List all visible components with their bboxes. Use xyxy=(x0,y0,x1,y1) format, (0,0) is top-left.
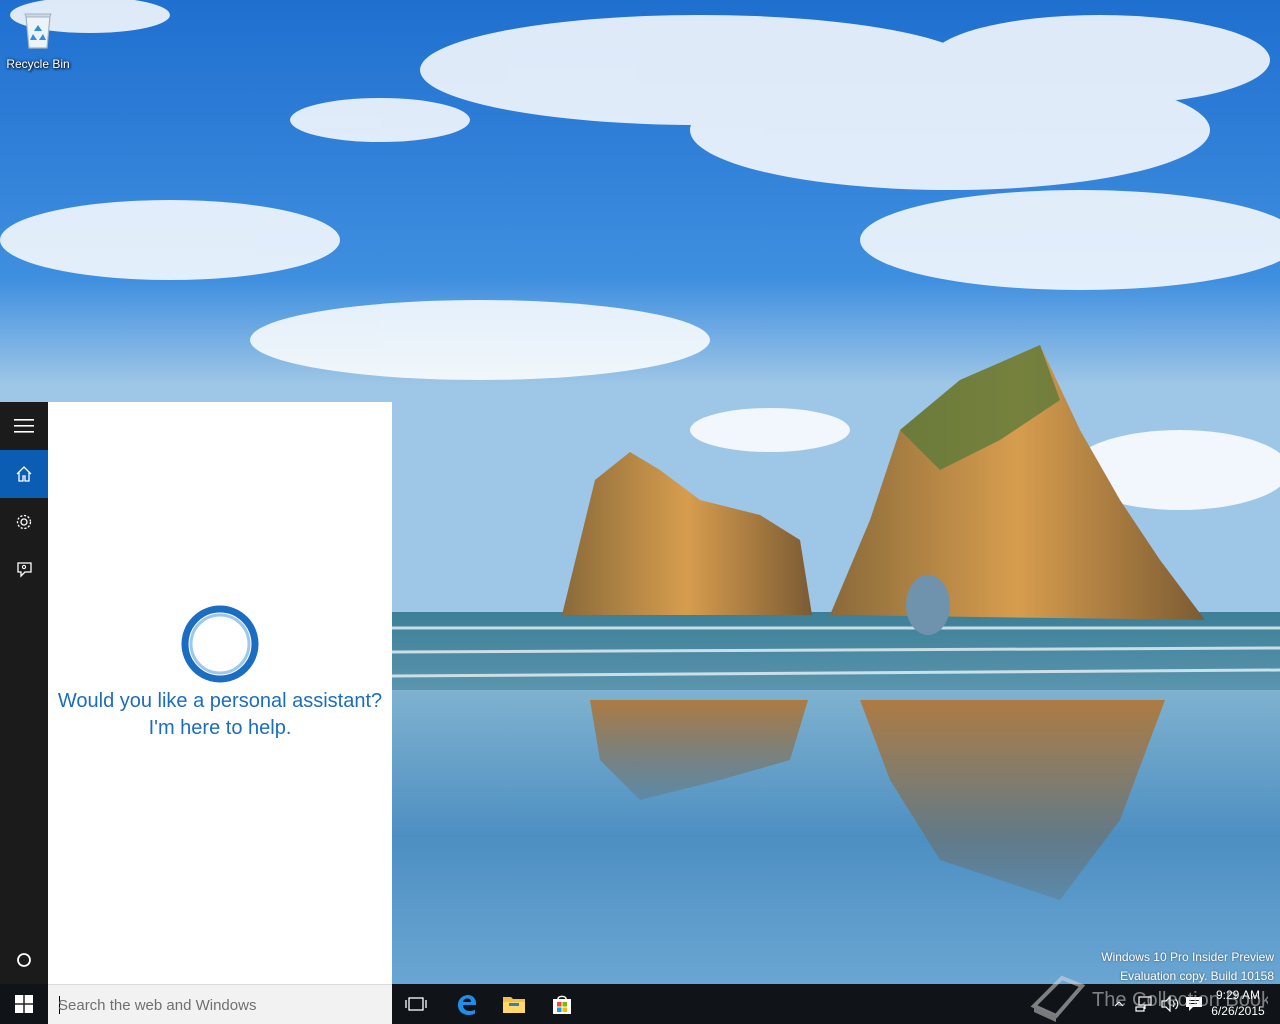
taskbar: 9:29 AM 6/26/2015 xyxy=(0,984,1280,1024)
network-button[interactable] xyxy=(1132,984,1156,1024)
feedback-button[interactable] xyxy=(0,546,48,594)
start-button[interactable] xyxy=(0,984,48,1024)
show-hidden-icons-button[interactable] xyxy=(1108,984,1130,1024)
hamburger-icon xyxy=(14,419,34,433)
cortana-button[interactable] xyxy=(0,936,48,984)
cortana-nav-rail xyxy=(0,402,48,984)
cortana-logo-icon xyxy=(181,605,259,683)
search-input[interactable] xyxy=(58,993,378,1017)
notification-icon xyxy=(1186,997,1202,1011)
home-button[interactable] xyxy=(0,450,48,498)
file-explorer-button[interactable] xyxy=(490,984,538,1024)
recycle-bin-icon xyxy=(4,8,72,55)
clock-date: 6/26/2015 xyxy=(1211,1004,1265,1018)
speaker-icon xyxy=(1161,996,1179,1012)
feedback-icon xyxy=(17,562,32,578)
desktop-icon-label: Recycle Bin xyxy=(6,57,70,71)
store-icon xyxy=(553,995,571,1014)
clock-time: 9:29 AM xyxy=(1215,988,1261,1002)
volume-button[interactable] xyxy=(1158,984,1182,1024)
edge-button[interactable] xyxy=(442,984,490,1024)
home-icon xyxy=(16,466,32,482)
task-view-button[interactable] xyxy=(392,984,440,1024)
action-center-button[interactable] xyxy=(1182,984,1206,1024)
store-button[interactable] xyxy=(538,984,586,1024)
taskbar-clock[interactable]: 9:29 AM 6/26/2015 xyxy=(1206,987,1270,1021)
desktop-icon-recycle-bin[interactable]: Recycle Bin xyxy=(4,8,72,78)
network-icon xyxy=(1135,996,1152,1012)
windows-logo-icon xyxy=(15,995,33,1013)
edge-icon xyxy=(458,995,476,1015)
folder-icon xyxy=(503,997,525,1013)
hamburger-menu-button[interactable] xyxy=(0,402,48,450)
cortana-prompt-text: Would you like a personal assistant? I'm… xyxy=(57,690,383,739)
circle-icon xyxy=(17,953,31,967)
chevron-up-icon xyxy=(1114,1001,1124,1007)
settings-button[interactable] xyxy=(0,498,48,546)
search-box[interactable] xyxy=(48,984,392,1024)
build-watermark: Windows 10 Pro Insider Preview Evaluatio… xyxy=(1101,948,1274,986)
gear-icon xyxy=(16,514,32,530)
watermark-line-edition: Windows 10 Pro Insider Preview xyxy=(1101,950,1274,964)
task-view-icon xyxy=(405,997,427,1011)
cortana-panel: Would you like a personal assistant? I'm… xyxy=(48,402,392,984)
